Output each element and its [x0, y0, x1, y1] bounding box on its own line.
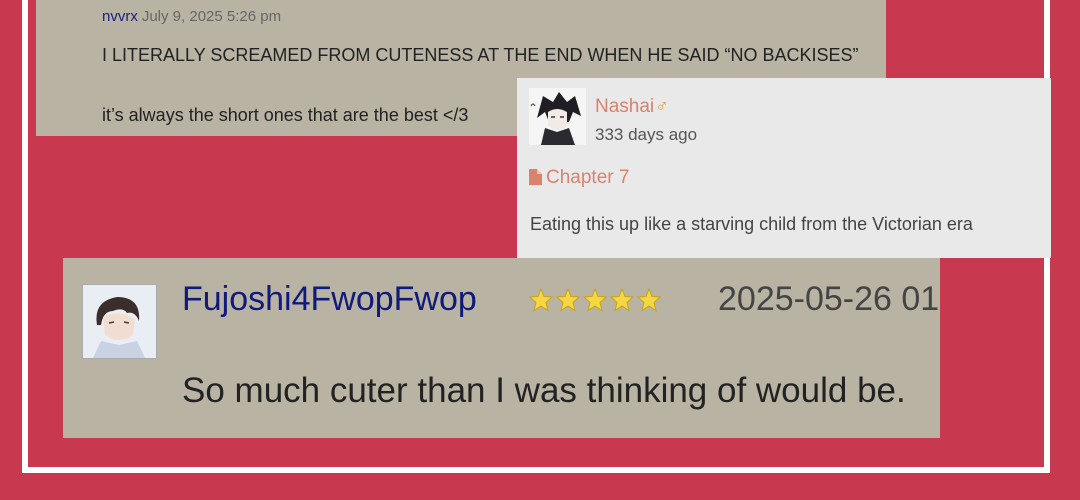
- star-icon: [583, 288, 607, 312]
- star-icon: [529, 288, 553, 312]
- comment-time-ago: 333 days ago: [595, 125, 698, 144]
- star-icon: [637, 288, 661, 312]
- comment-text: Eating this up like a starving child fro…: [530, 214, 973, 234]
- rating-stars: [529, 288, 661, 312]
- comment-timestamp: 2025-05-26 01: [718, 280, 940, 318]
- star-icon: [556, 288, 580, 312]
- comment-card-fujoshi: Fujoshi4FwopFwop 2025-05-26 01 So much c…: [63, 258, 940, 438]
- comment-card-nashai: Nashai♂ 333 days ago Chapter 7 Eating th…: [517, 78, 1051, 258]
- comment-username[interactable]: Fujoshi4FwopFwop: [182, 280, 477, 319]
- comment-text-line-2: it’s always the short ones that are the …: [102, 105, 469, 125]
- file-icon: [529, 169, 542, 191]
- comment-username[interactable]: Nashai♂: [595, 96, 669, 118]
- star-icon: [610, 288, 634, 312]
- avatar[interactable]: [82, 284, 157, 359]
- comment-text: So much cuter than I was thinking of wou…: [182, 371, 906, 410]
- comment-text-line-1: I LITERALLY SCREAMED FROM CUTENESS AT TH…: [102, 45, 859, 65]
- comment-author[interactable]: nvvrx: [102, 8, 138, 25]
- comment-meta: nvvrx July 9, 2025 5:26 pm: [102, 8, 281, 25]
- chapter-link[interactable]: Chapter 7: [529, 167, 629, 191]
- avatar[interactable]: [529, 88, 586, 145]
- comment-date: July 9, 2025 5:26 pm: [141, 8, 282, 25]
- male-gender-icon: ♂: [655, 96, 669, 116]
